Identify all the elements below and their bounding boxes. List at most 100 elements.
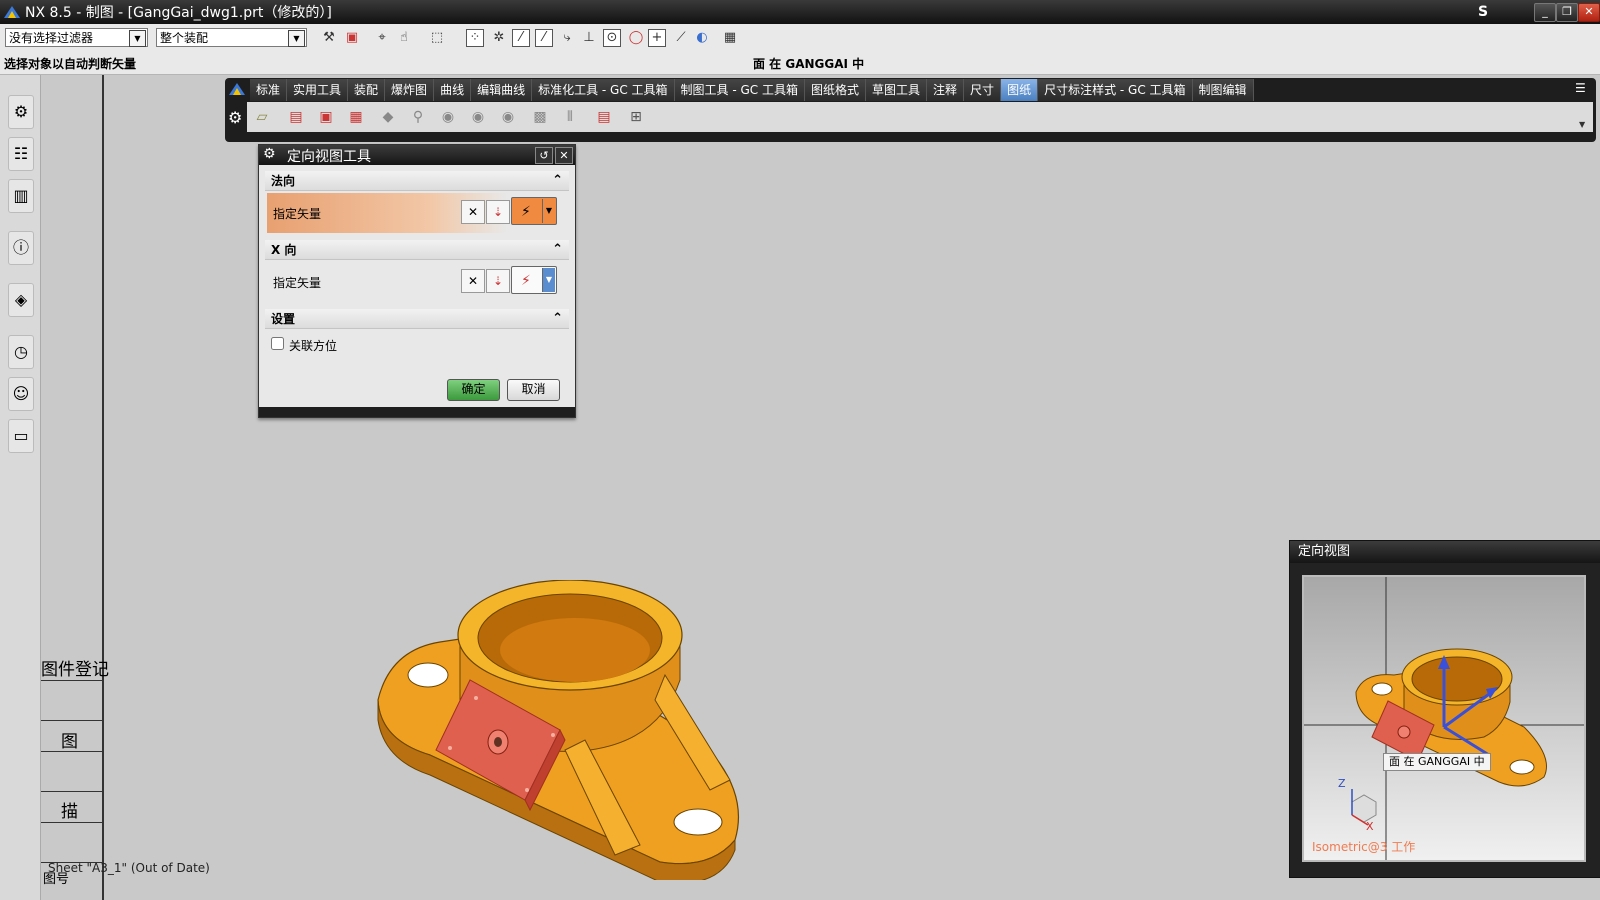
- half-section-icon[interactable]: ◉: [497, 107, 519, 127]
- nx-logo-icon: [4, 6, 20, 18]
- gear-icon[interactable]: ⚙: [228, 108, 242, 127]
- reverse-direction-icon[interactable]: ✕: [461, 200, 485, 224]
- gear-icon[interactable]: ⚙: [263, 146, 276, 162]
- snap-point-icon[interactable]: ⁘: [466, 29, 484, 47]
- orient-view-viewport[interactable]: Z X 面 在 GANGGAI 中 Isometric@3 工作: [1302, 575, 1586, 862]
- revolved-section-icon[interactable]: ◉: [467, 107, 489, 127]
- tab-5[interactable]: 编辑曲线: [471, 79, 533, 101]
- broken-out-section-icon[interactable]: ▩: [529, 107, 551, 127]
- new-sheet-icon[interactable]: ▱: [251, 107, 273, 127]
- collapse-icon[interactable]: ⌃: [552, 309, 563, 329]
- select-all-icon[interactable]: ▣: [343, 29, 361, 47]
- view-name-label: Isometric@3 工作: [1312, 840, 1416, 854]
- settings-section-header[interactable]: 设置 ⌃: [265, 309, 569, 329]
- tab-0[interactable]: 标准: [250, 79, 288, 101]
- inferred-vector-icon: ⚡: [521, 204, 531, 220]
- inferred-vector-select[interactable]: ⚡ ▼: [511, 266, 557, 294]
- snap-midpoint-icon[interactable]: ✲: [490, 29, 508, 47]
- restore-button[interactable]: ❐: [1556, 3, 1578, 22]
- history-icon[interactable]: ◈: [8, 283, 34, 317]
- open-sheet-icon[interactable]: ▤: [285, 107, 307, 127]
- chevron-down-icon[interactable]: ▼: [542, 199, 555, 223]
- end-point-icon[interactable]: ⁄: [512, 29, 530, 47]
- web-browser-icon[interactable]: ⓘ: [8, 231, 34, 265]
- detail-view-icon[interactable]: ◆: [377, 107, 399, 127]
- titleblock-line: [41, 680, 103, 681]
- tab-11[interactable]: 尺寸: [964, 79, 1002, 101]
- intersection-point-icon[interactable]: ⊥: [580, 29, 598, 47]
- tab-9[interactable]: 草图工具: [866, 79, 928, 101]
- tab-3[interactable]: 爆炸图: [385, 79, 435, 101]
- type-filter-select[interactable]: 没有选择过滤器 ▼: [5, 28, 148, 47]
- rectangle-select-icon[interactable]: ⬚: [428, 29, 446, 47]
- part-navigator-icon[interactable]: ☷: [8, 137, 34, 171]
- selection-scope-select[interactable]: 整个装配 ▼: [156, 28, 307, 47]
- tab-7[interactable]: 制图工具 - GC 工具箱: [674, 79, 805, 101]
- vector-dialog-icon[interactable]: ⇣: [486, 200, 510, 224]
- tab-1[interactable]: 实用工具: [287, 79, 349, 101]
- tab-6[interactable]: 标准化工具 - GC 工具箱: [532, 79, 675, 101]
- dialog-title: 定向视图工具: [287, 149, 371, 165]
- system-materials-icon[interactable]: ▭: [8, 419, 34, 453]
- roles-icon[interactable]: ☺: [8, 377, 34, 411]
- titleblock-text: 描: [61, 802, 78, 822]
- chevron-down-icon[interactable]: ▼: [129, 30, 146, 47]
- point-on-curve-icon[interactable]: ⟋: [672, 29, 690, 47]
- general-selection-icon[interactable]: ⚒: [320, 29, 338, 47]
- tab-13[interactable]: 尺寸标注样式 - GC 工具箱: [1038, 79, 1193, 101]
- break-view-icon[interactable]: ◉: [437, 107, 459, 127]
- hand-select-icon[interactable]: ☝: [395, 29, 413, 47]
- collapse-icon[interactable]: ⌃: [552, 171, 563, 191]
- quadrant-point-icon[interactable]: ◯: [627, 29, 645, 47]
- reuse-library-icon[interactable]: ▥: [8, 179, 34, 213]
- break-line-icon[interactable]: ⫴: [559, 107, 581, 127]
- cancel-button[interactable]: 取消: [507, 379, 560, 401]
- minimize-button[interactable]: _: [1534, 3, 1556, 22]
- existing-point-icon[interactable]: +: [648, 29, 666, 47]
- orient-view-tool-dialog: ⚙ 定向视图工具 ↺ ✕ 法向 ⌃ 指定矢量 ✕ ⇣ ⚡ ▼ X 向 ⌃ 指定矢…: [258, 144, 576, 418]
- tab-4[interactable]: 曲线: [434, 79, 472, 101]
- axis-z-label: Z: [1338, 777, 1346, 790]
- close-button[interactable]: ✕: [1578, 3, 1600, 22]
- chevron-down-icon[interactable]: ▼: [542, 268, 555, 292]
- clock-icon[interactable]: ◷: [8, 335, 34, 369]
- inferred-vector-select[interactable]: ⚡ ▼: [511, 197, 557, 225]
- reset-icon[interactable]: ↺: [535, 147, 553, 164]
- tab-8[interactable]: 图纸格式: [805, 79, 867, 101]
- projected-view-icon[interactable]: ▦: [345, 107, 367, 127]
- command-toolbar: 标准 实用工具 装配 爆炸图 曲线 编辑曲线 标准化工具 - GC 工具箱 制图工具 - GC…: [225, 78, 1596, 142]
- section-view-icon[interactable]: ⚲: [407, 107, 429, 127]
- close-icon[interactable]: ✕: [555, 147, 573, 164]
- dialog-header: ⚙ 定向视图工具 ↺ ✕: [259, 145, 575, 165]
- mid-point-icon[interactable]: ⁄: [535, 29, 553, 47]
- view-boundary-icon[interactable]: ⊞: [625, 107, 647, 127]
- grid-icon[interactable]: ▦: [721, 29, 739, 47]
- xdir-section-header[interactable]: X 向 ⌃: [265, 240, 569, 260]
- collapse-icon[interactable]: ⌃: [552, 240, 563, 260]
- point-on-surface-icon[interactable]: ◐: [693, 29, 711, 47]
- base-view-icon[interactable]: ▣: [315, 107, 337, 127]
- tab-2[interactable]: 装配: [348, 79, 386, 101]
- assembly-navigator-icon[interactable]: ⚙: [8, 95, 34, 129]
- specify-vector-label: 指定矢量: [273, 276, 322, 290]
- axis-x-label: X: [1366, 820, 1374, 833]
- arc-center-icon[interactable]: ⊙: [603, 29, 621, 47]
- update-views-icon[interactable]: ▤: [593, 107, 615, 127]
- toolbar-expand-icon[interactable]: ▼: [1579, 120, 1585, 129]
- normal-vector-row[interactable]: 指定矢量 ✕ ⇣ ⚡ ▼: [267, 193, 567, 233]
- toolbar-options-icon[interactable]: ☰: [1575, 81, 1591, 97]
- normal-section-header[interactable]: 法向 ⌃: [265, 171, 569, 191]
- xdir-vector-row[interactable]: 指定矢量 ✕ ⇣ ⚡ ▼: [267, 262, 567, 302]
- chevron-down-icon[interactable]: ▼: [288, 30, 305, 47]
- associative-orientation-checkbox[interactable]: [271, 337, 284, 350]
- reverse-direction-icon[interactable]: ✕: [461, 269, 485, 293]
- tab-12[interactable]: 图纸: [1001, 79, 1039, 101]
- vector-dialog-icon[interactable]: ⇣: [486, 269, 510, 293]
- part-model[interactable]: [370, 580, 780, 880]
- control-point-icon[interactable]: ⤷: [558, 29, 576, 47]
- ok-button[interactable]: 确定: [447, 379, 500, 401]
- tab-14[interactable]: 制图编辑: [1192, 79, 1254, 101]
- feature-select-icon[interactable]: ⌖: [373, 29, 391, 47]
- cue-line: 选择对象以自动判断矢量 面 在 GANGGAI 中: [0, 52, 1600, 75]
- tab-10[interactable]: 注释: [927, 79, 965, 101]
